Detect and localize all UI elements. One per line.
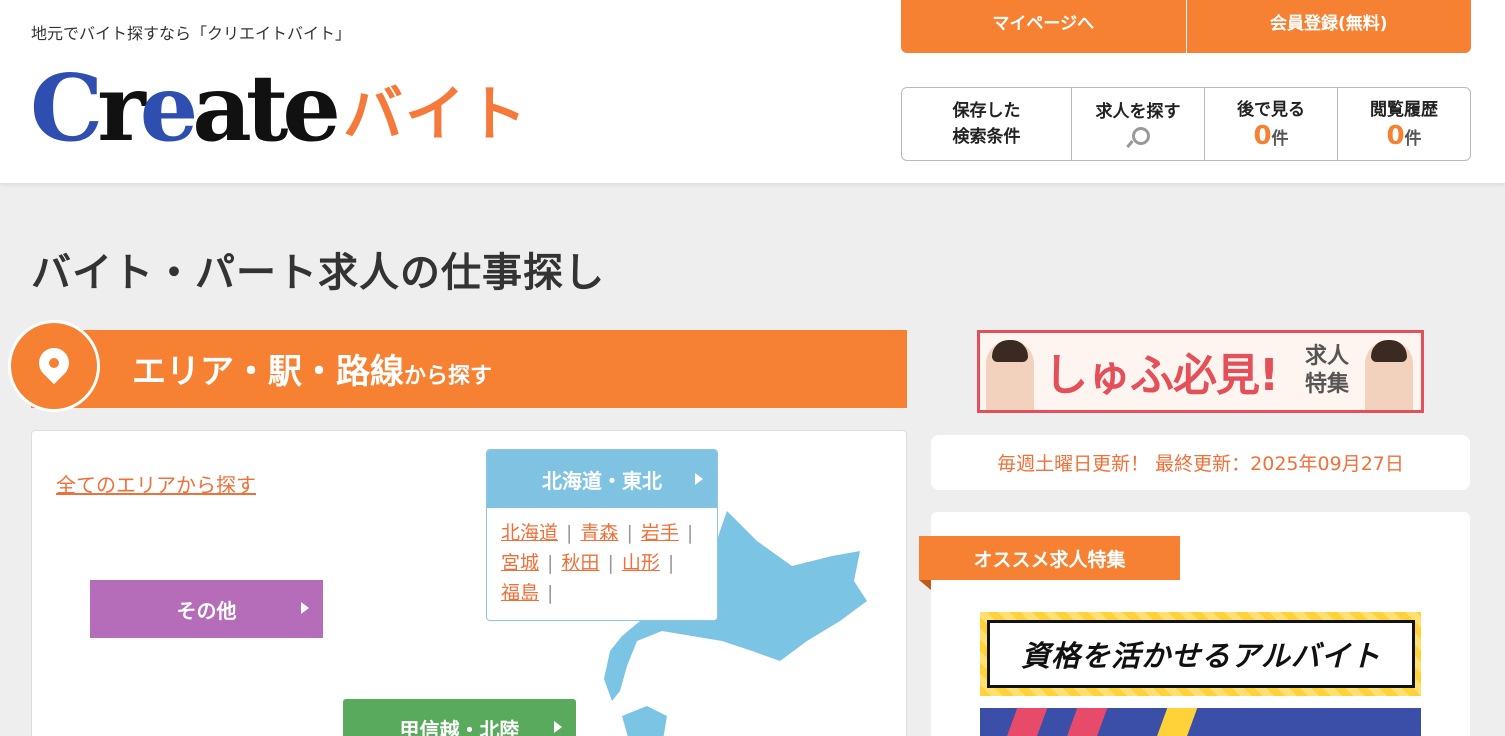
banner-decoration xyxy=(1152,708,1198,736)
area-section-title: エリア・駅・路線から探す xyxy=(132,344,492,393)
history-count: 0 xyxy=(1386,120,1405,151)
ribbon-fold xyxy=(919,580,931,590)
pref-list: 北海道 | 青森 | 岩手 | 宮城 | 秋田 | 山形 | 福島 | xyxy=(501,522,694,604)
region-koshin-label: 甲信越・北陸 xyxy=(399,717,520,736)
search-icon xyxy=(1127,127,1150,149)
recommended-features-tab: オススメ求人特集 xyxy=(919,536,1180,580)
history-unit: 件 xyxy=(1404,128,1422,149)
logo-create: Create xyxy=(30,54,341,162)
all-areas-link[interactable]: 全てのエリアから探す xyxy=(56,469,256,498)
area-map: 全てのエリアから探す 北海道・東北 北海道 | 青森 | 岩手 | 宮城 | 秋田 | 山形 | 福… xyxy=(31,430,907,736)
pref-hokkaido[interactable]: 北海道 xyxy=(501,522,558,544)
pref-yamagata[interactable]: 山形 xyxy=(622,552,660,574)
banner-sub-line-2: 特集 xyxy=(1305,372,1350,397)
region-hokkaido-tohoku: 北海道・東北 北海道 | 青森 | 岩手 | 宮城 | 秋田 | 山形 | 福島 | xyxy=(486,449,718,621)
woman-photo xyxy=(986,340,1034,410)
banner-decoration xyxy=(1002,708,1048,736)
sub-nav: 保存した 検索条件 求人を探す 後で見る 0件 閲覧履歴 0件 xyxy=(901,87,1471,161)
chevron-right-icon xyxy=(554,721,562,733)
watch-later-count: 0 xyxy=(1253,120,1272,151)
location-pin-icon xyxy=(8,320,100,412)
update-notice: 毎週土曜日更新！ 最終更新：2025年09月27日 xyxy=(931,435,1470,490)
pref-miyagi[interactable]: 宮城 xyxy=(501,552,539,574)
top-buttons: マイページへ 会員登録(無料) xyxy=(901,0,1471,53)
chevron-right-icon xyxy=(695,473,703,485)
mypage-button[interactable]: マイページへ xyxy=(901,0,1186,53)
qualification-jobs-banner[interactable]: 資格を活かせるアルバイト xyxy=(980,612,1421,696)
pref-fukushima[interactable]: 福島 xyxy=(501,582,539,604)
history-button[interactable]: 閲覧履歴 0件 xyxy=(1337,88,1470,160)
area-title-main: エリア・駅・路線 xyxy=(132,352,404,392)
banner-main-text: しゅふ必見! xyxy=(1044,350,1279,401)
next-feature-banner[interactable] xyxy=(980,708,1421,736)
tagline: 地元でバイト探すなら「クリエイトバイト」 xyxy=(31,24,352,43)
area-title-suffix: から探す xyxy=(404,364,493,389)
watch-later-unit: 件 xyxy=(1271,128,1289,149)
region-other-label: その他 xyxy=(176,598,237,623)
find-jobs-label: 求人を探す xyxy=(1095,102,1181,122)
pref-aomori[interactable]: 青森 xyxy=(580,522,618,544)
banner-decoration xyxy=(1062,708,1108,736)
watch-later-button[interactable]: 後で見る 0件 xyxy=(1204,88,1337,160)
watch-later-label: 後で見る xyxy=(1237,99,1305,120)
region-other-button[interactable]: その他 xyxy=(90,580,323,638)
site-logo[interactable]: Create バイト xyxy=(30,58,529,154)
pref-iwate[interactable]: 岩手 xyxy=(641,522,679,544)
chevron-right-icon xyxy=(301,602,309,614)
find-jobs-button[interactable]: 求人を探す xyxy=(1071,88,1204,160)
logo-baito: バイト xyxy=(342,80,529,150)
qualification-banner-text: 資格を活かせるアルバイト xyxy=(987,620,1415,688)
region-koshinetsu-hokuriku-button[interactable]: 甲信越・北陸 xyxy=(343,699,576,736)
shufu-feature-banner[interactable]: しゅふ必見! 求人 特集 xyxy=(977,330,1424,413)
region-hokkaido-tohoku-button[interactable]: 北海道・東北 xyxy=(487,450,717,508)
banner-sub-line-1: 求人 xyxy=(1305,344,1350,369)
region-name: 北海道・東北 xyxy=(542,468,662,493)
man-photo xyxy=(1365,340,1413,410)
saved-search-button[interactable]: 保存した 検索条件 xyxy=(902,88,1071,160)
banner-sub-text: 求人 特集 xyxy=(1305,343,1349,399)
saved-search-label-2: 検索条件 xyxy=(952,127,1021,147)
page-title: バイト・パート求人の仕事探し xyxy=(31,250,605,296)
register-button[interactable]: 会員登録(無料) xyxy=(1185,0,1472,53)
site-header: 地元でバイト探すなら「クリエイトバイト」 Create バイト マイページへ 会… xyxy=(0,0,1505,183)
saved-search-label-1: 保存した xyxy=(952,101,1021,121)
pref-akita[interactable]: 秋田 xyxy=(561,552,599,574)
history-label: 閲覧履歴 xyxy=(1370,99,1438,120)
